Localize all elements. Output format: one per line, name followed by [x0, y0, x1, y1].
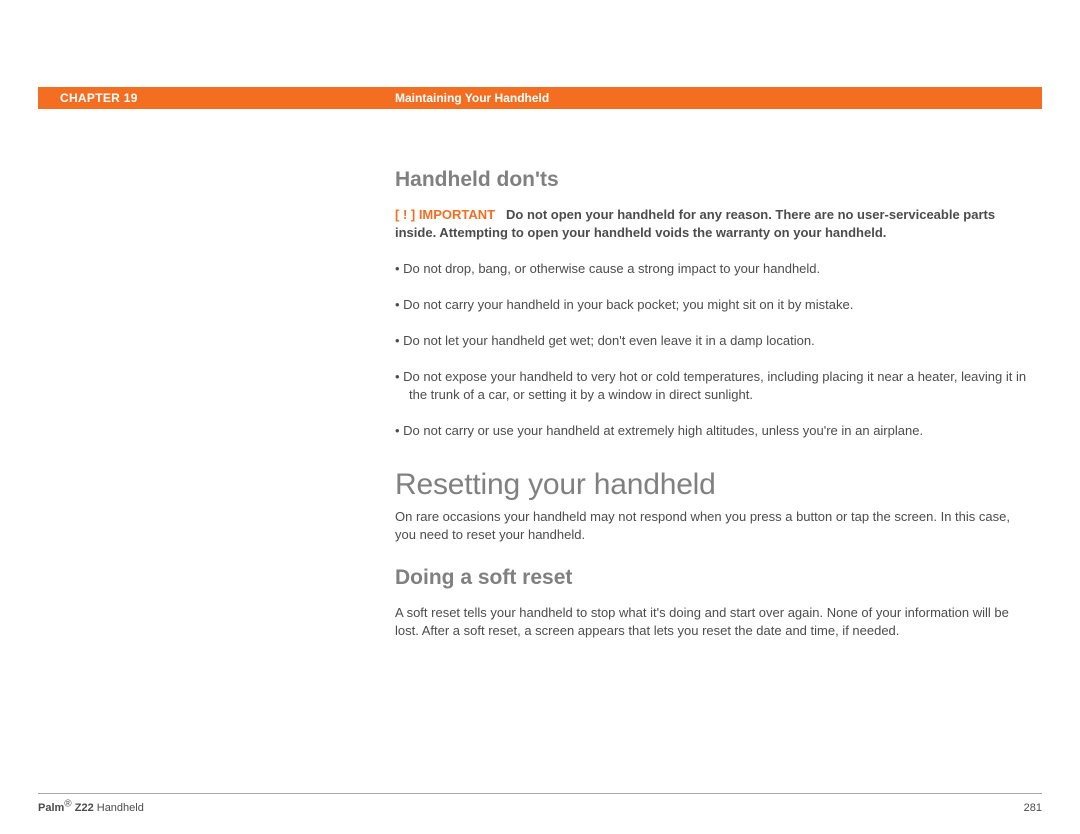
- footer-brand: Palm: [38, 802, 64, 814]
- heading-soft-reset: Doing a soft reset: [395, 566, 1033, 590]
- list-item: Do not carry or use your handheld at ext…: [395, 422, 1033, 440]
- chapter-title: Maintaining Your Handheld: [395, 91, 549, 105]
- footer-suffix: Handheld: [94, 802, 144, 814]
- document-page: CHAPTER 19 Maintaining Your Handheld Han…: [0, 0, 1080, 834]
- important-callout: [ ! ] IMPORTANT Do not open your handhel…: [395, 206, 1033, 242]
- chapter-label: CHAPTER 19: [60, 91, 138, 105]
- list-item: Do not let your handheld get wet; don't …: [395, 332, 1033, 350]
- resetting-intro: On rare occasions your handheld may not …: [395, 508, 1033, 544]
- heading-resetting: Resetting your handheld: [395, 468, 1033, 502]
- important-tag: [ ! ] IMPORTANT: [395, 207, 495, 222]
- list-item: Do not drop, bang, or otherwise cause a …: [395, 260, 1033, 278]
- footer-product: Palm® Z22 Handheld: [38, 802, 144, 814]
- donts-list: Do not drop, bang, or otherwise cause a …: [395, 260, 1033, 440]
- heading-donts: Handheld don'ts: [395, 168, 1033, 192]
- list-item: Do not carry your handheld in your back …: [395, 296, 1033, 314]
- footer-model: Z22: [72, 802, 94, 814]
- page-number: 281: [1024, 802, 1042, 814]
- soft-reset-body: A soft reset tells your handheld to stop…: [395, 604, 1033, 640]
- page-content: Handheld don'ts [ ! ] IMPORTANT Do not o…: [395, 168, 1033, 654]
- chapter-header-bar: CHAPTER 19 Maintaining Your Handheld: [38, 87, 1042, 109]
- registered-icon: ®: [64, 798, 71, 809]
- page-footer: Palm® Z22 Handheld 281: [38, 793, 1042, 814]
- list-item: Do not expose your handheld to very hot …: [395, 368, 1033, 404]
